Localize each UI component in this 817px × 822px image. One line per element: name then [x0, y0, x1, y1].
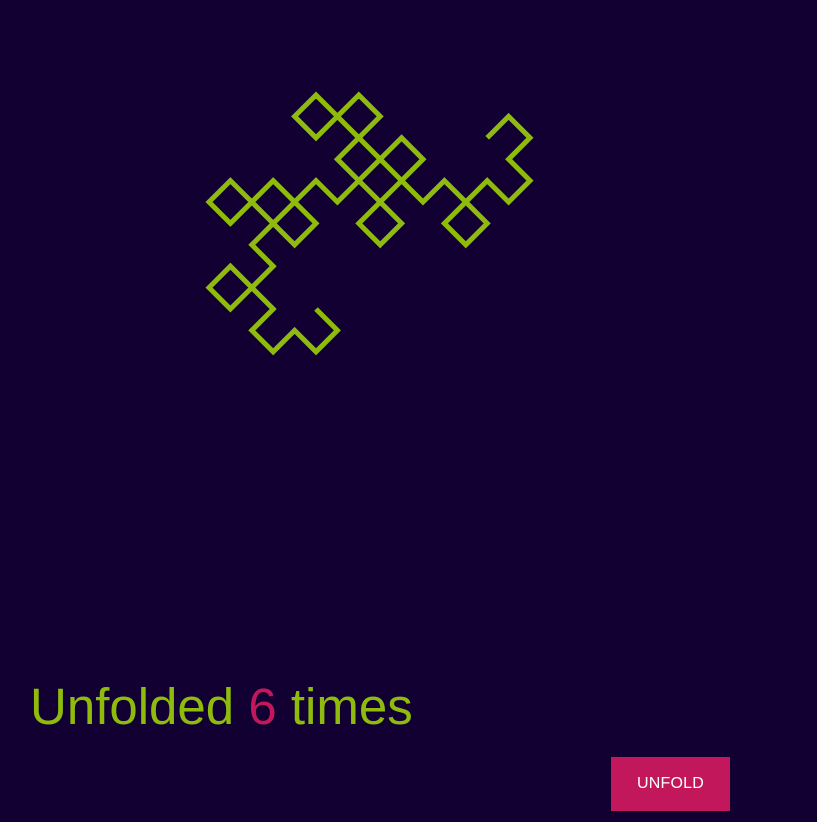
dragon-curve-path [205, 91, 534, 356]
unfold-button[interactable]: UNFOLD [611, 757, 730, 811]
dragon-curve-canvas [205, 91, 534, 356]
unfold-status: Unfolded 6 times [30, 676, 413, 738]
fold-count: 6 [248, 678, 277, 735]
status-suffix: times [290, 678, 413, 735]
status-prefix: Unfolded [30, 678, 235, 735]
